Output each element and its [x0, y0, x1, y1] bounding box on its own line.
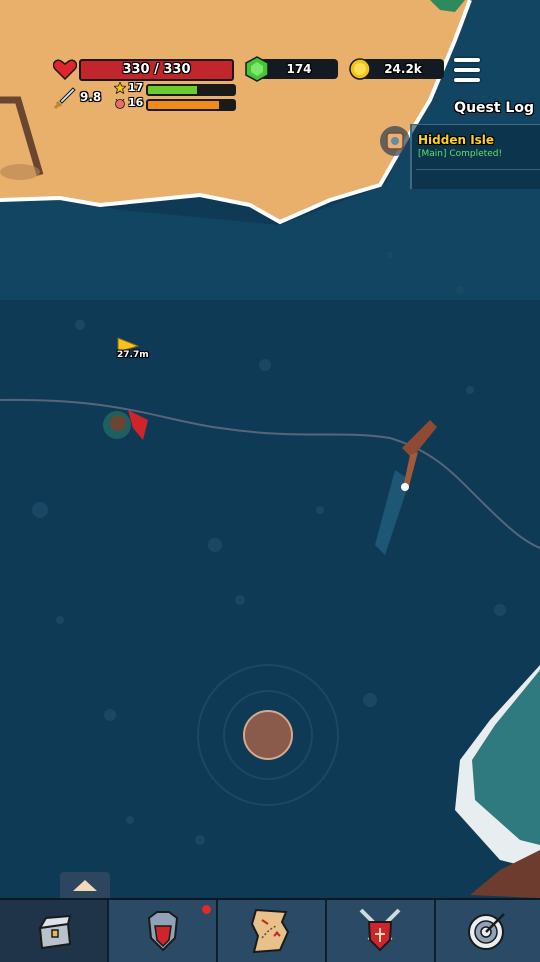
gem-count: 174 — [286, 62, 312, 76]
sword-icon — [53, 87, 76, 110]
health-text: 330 / 330 — [122, 62, 191, 77]
heart-icon — [53, 59, 77, 80]
quest-divider — [416, 169, 540, 170]
nav-item-map[interactable] — [218, 900, 327, 962]
distance-label: 27.7m — [117, 350, 149, 360]
nav-item-battle[interactable] — [327, 900, 436, 962]
menu-button[interactable] — [452, 56, 482, 84]
nav-item-inventory[interactable] — [0, 900, 109, 962]
nav-item-targets[interactable] — [436, 900, 540, 962]
gem-icon — [245, 56, 269, 82]
level-value: 17 — [128, 81, 144, 94]
gold-count: 24.2k — [384, 62, 422, 76]
target-icon — [468, 913, 505, 950]
gold-counter[interactable]: 24.2k — [362, 59, 444, 79]
rage-bar-fill — [148, 101, 219, 109]
scroll-icon — [380, 126, 410, 156]
quest-status: [Main] Completed! — [418, 149, 503, 159]
treasure-map-icon — [250, 908, 290, 954]
chevron-up-icon — [73, 880, 97, 891]
treasure-chest-icon — [38, 914, 72, 950]
bottom-nav-bar — [0, 898, 540, 962]
quest-name: Hidden Isle — [418, 133, 495, 147]
xp-bar — [146, 84, 236, 96]
star-icon — [114, 82, 126, 94]
expand-tab-button[interactable] — [60, 872, 110, 898]
rage-bar — [146, 99, 236, 111]
demon-face-icon — [115, 98, 125, 109]
xp-bar-fill — [148, 86, 198, 94]
health-bar: 330 / 330 — [79, 59, 234, 81]
crossed-swords-shield-icon — [359, 908, 401, 952]
quest-log-title[interactable]: Quest Log — [454, 100, 534, 116]
armor-icon — [147, 911, 179, 952]
rage-level-value: 16 — [128, 96, 144, 109]
quest-card[interactable]: Hidden Isle [Main] Completed! — [410, 124, 540, 189]
attack-value: 9.8 — [80, 90, 102, 104]
notification-dot — [202, 905, 211, 914]
gem-counter[interactable]: 174 — [260, 59, 338, 79]
gold-coin-icon — [349, 58, 371, 80]
